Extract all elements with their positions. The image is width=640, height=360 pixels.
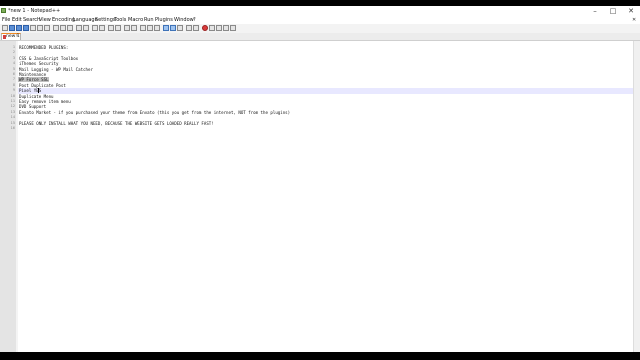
tab-bar: new 1 ✕ bbox=[0, 33, 640, 41]
cut-icon[interactable] bbox=[53, 25, 59, 31]
open-file-icon[interactable] bbox=[9, 25, 15, 31]
text-cursor bbox=[38, 88, 39, 94]
line-number-gutter: 1 2 3 4 5 6 7 8 9 10 11 12 13 14 15 16 bbox=[0, 41, 17, 352]
sync-h-icon[interactable] bbox=[131, 25, 137, 31]
word-wrap-icon[interactable] bbox=[140, 25, 146, 31]
menu-macro[interactable]: Macro bbox=[128, 16, 143, 24]
play-macro-icon[interactable] bbox=[216, 25, 222, 31]
menu-settings[interactable]: Settings bbox=[95, 16, 116, 24]
line-text: CSS & JavaScript Toolbox bbox=[19, 55, 79, 61]
notepadpp-window: *new 1 - Notepad++ – □ ✕ File Edit Searc… bbox=[0, 6, 640, 352]
function-list-icon[interactable] bbox=[177, 25, 183, 31]
udl-icon[interactable] bbox=[163, 25, 169, 31]
menu-help[interactable]: ? bbox=[193, 16, 196, 24]
find-icon[interactable] bbox=[92, 25, 98, 31]
line-text bbox=[18, 50, 19, 55]
minimize-button[interactable]: – bbox=[586, 6, 604, 16]
menu-file[interactable]: File bbox=[2, 16, 10, 24]
close-doc-icon[interactable]: ✕ bbox=[632, 16, 636, 24]
folder-workspace-icon[interactable] bbox=[186, 25, 192, 31]
undo-icon[interactable] bbox=[76, 25, 82, 31]
menu-bar: File Edit Search View Encoding Language … bbox=[0, 16, 640, 24]
line-text: iThemes Security bbox=[19, 61, 59, 67]
save-macro-icon[interactable] bbox=[230, 25, 236, 31]
line-text: Envato Market - if you purchased your th… bbox=[19, 109, 291, 115]
paste-icon[interactable] bbox=[67, 25, 73, 31]
line-text bbox=[18, 115, 19, 120]
line-text bbox=[18, 126, 19, 131]
line-text: Duplicate Menu bbox=[19, 93, 54, 99]
close-all-icon[interactable] bbox=[37, 25, 43, 31]
text-editor[interactable]: RECOMMENDED PLUGINS: CSS & JavaScript Too… bbox=[18, 41, 640, 352]
line-text: Post Duplicate Post bbox=[19, 82, 66, 88]
menu-tools[interactable]: Tools bbox=[114, 16, 126, 24]
zoom-in-icon[interactable] bbox=[108, 25, 114, 31]
line-number: 16 bbox=[10, 126, 15, 130]
menu-encoding[interactable]: Encoding bbox=[52, 16, 75, 24]
stop-macro-icon[interactable] bbox=[209, 25, 215, 31]
close-icon[interactable] bbox=[30, 25, 36, 31]
new-file-icon[interactable] bbox=[2, 25, 8, 31]
indent-guide-icon[interactable] bbox=[154, 25, 160, 31]
editor-line[interactable] bbox=[18, 126, 640, 131]
copy-icon[interactable] bbox=[60, 25, 66, 31]
menu-window[interactable]: Window bbox=[174, 16, 194, 24]
screen: *new 1 - Notepad++ – □ ✕ File Edit Searc… bbox=[0, 0, 640, 360]
monitor-icon[interactable] bbox=[193, 25, 199, 31]
title-bar[interactable]: *new 1 - Notepad++ – □ ✕ bbox=[0, 6, 640, 16]
sync-v-icon[interactable] bbox=[124, 25, 130, 31]
tab-new-1[interactable]: new 1 ✕ bbox=[1, 33, 21, 40]
notepadpp-icon bbox=[1, 8, 6, 13]
menu-plugins[interactable]: Plugins bbox=[155, 16, 173, 24]
save-icon[interactable] bbox=[16, 25, 22, 31]
line-text: Mail Logging - WP Mail Catcher bbox=[19, 66, 93, 72]
close-window-button[interactable]: ✕ bbox=[622, 6, 640, 16]
letterbox-bottom bbox=[0, 352, 640, 360]
zoom-out-icon[interactable] bbox=[115, 25, 121, 31]
line-text: PLEASE ONLY INSTALL WHAT YOU NEED, BECAU… bbox=[19, 120, 214, 126]
line-text: WP Force SSL bbox=[18, 77, 49, 83]
line-text: RECOMMENDED PLUGINS: bbox=[19, 45, 69, 50]
redo-icon[interactable] bbox=[83, 25, 89, 31]
menu-edit[interactable]: Edit bbox=[12, 16, 22, 24]
save-all-icon[interactable] bbox=[23, 25, 29, 31]
doc-map-icon[interactable] bbox=[170, 25, 176, 31]
tab-close-icon[interactable]: ✕ bbox=[15, 34, 19, 40]
line-text: Easy remove item menu bbox=[19, 99, 71, 104]
line-text: DVD Support bbox=[19, 104, 47, 110]
vertical-scrollbar[interactable] bbox=[633, 41, 640, 352]
window-title: *new 1 - Notepad++ bbox=[8, 8, 61, 14]
menu-search[interactable]: Search bbox=[23, 16, 40, 24]
line-text: Maintenance bbox=[19, 72, 47, 77]
menu-view[interactable]: View bbox=[39, 16, 51, 24]
record-macro-icon[interactable] bbox=[202, 25, 208, 31]
print-icon[interactable] bbox=[44, 25, 50, 31]
replace-icon[interactable] bbox=[99, 25, 105, 31]
menu-run[interactable]: Run bbox=[144, 16, 154, 24]
show-all-icon[interactable] bbox=[147, 25, 153, 31]
run-macro-icon[interactable] bbox=[223, 25, 229, 31]
maximize-button[interactable]: □ bbox=[604, 6, 622, 16]
menu-language[interactable]: Language bbox=[73, 16, 98, 24]
